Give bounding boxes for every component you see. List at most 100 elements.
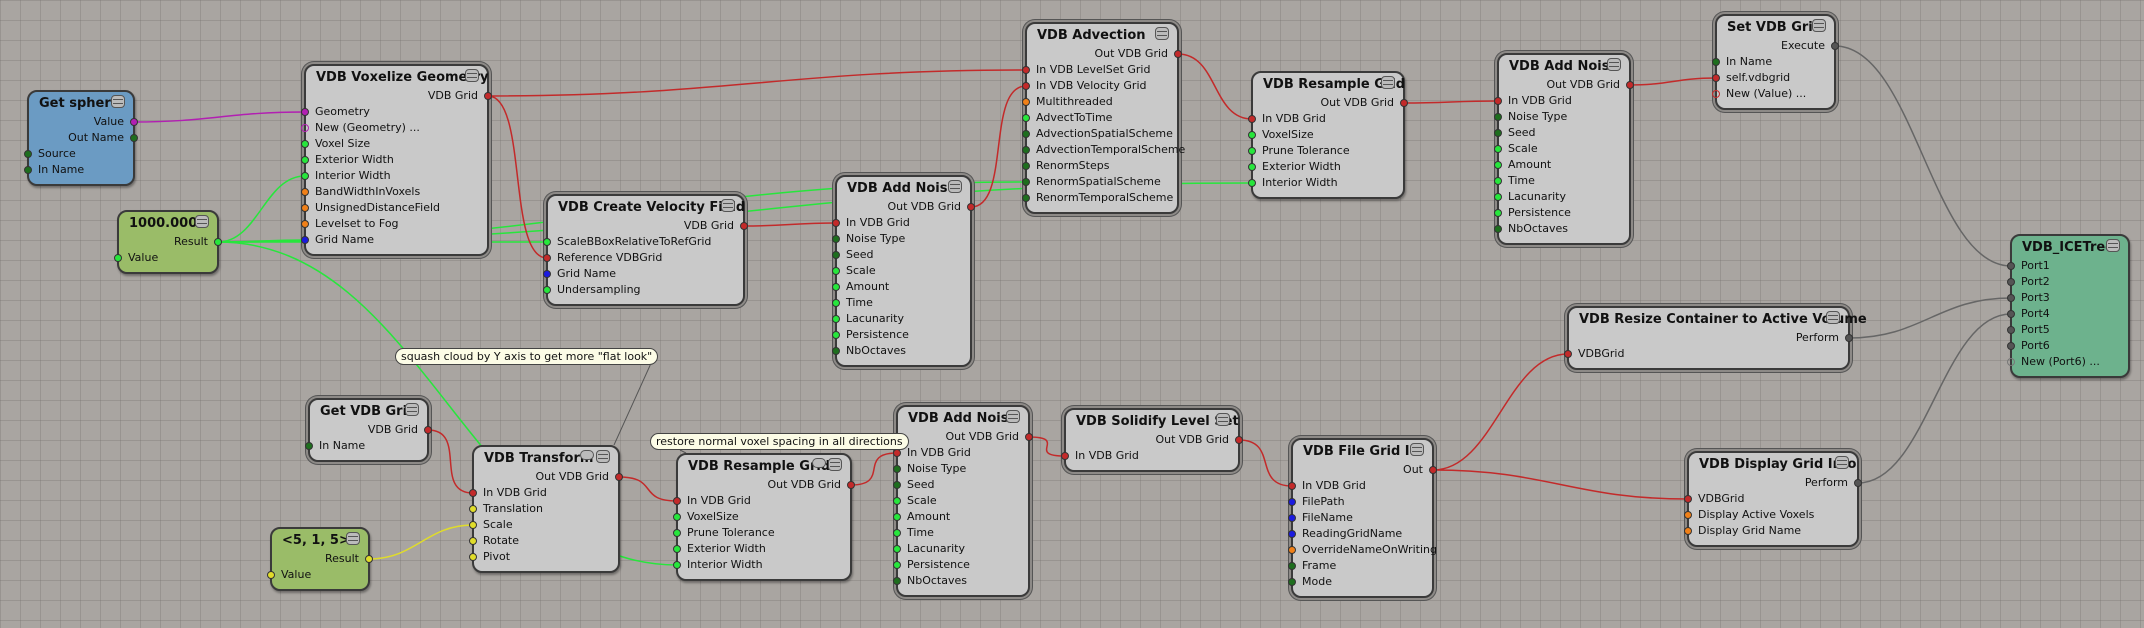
input-port[interactable]: VDBGrid [1684, 491, 1857, 507]
node-menu-icon[interactable] [948, 180, 962, 193]
input-port-dot[interactable] [1564, 350, 1572, 358]
comment-squash-cloud[interactable]: squash cloud by Y axis to get more "flat… [395, 348, 659, 365]
input-port-dot[interactable] [1494, 225, 1502, 233]
output-port-dot[interactable] [1854, 479, 1862, 487]
input-port[interactable]: Port3 [2007, 290, 2128, 306]
connection-wire[interactable] [1238, 439, 1293, 487]
output-port[interactable]: Out VDB Grid [474, 469, 623, 485]
output-port-dot[interactable] [1174, 50, 1182, 58]
output-port[interactable]: Perform [1689, 475, 1862, 491]
input-port-dot[interactable] [543, 254, 551, 262]
node-menu-icon[interactable] [721, 199, 735, 212]
input-port[interactable]: Port2 [2007, 274, 2128, 290]
node-menu-icon[interactable] [1410, 443, 1424, 456]
node-menu-icon[interactable] [596, 450, 610, 463]
input-port[interactable]: FilePath [1288, 494, 1432, 510]
node-resample1[interactable]: VDB Resample Grid Out VDB Grid In VDB Grid… [1248, 71, 1408, 199]
input-port-dot[interactable] [1712, 58, 1720, 66]
output-port-dot[interactable] [365, 555, 373, 563]
input-port-dot[interactable] [2007, 342, 2015, 350]
connection-wire[interactable] [133, 111, 306, 123]
input-port[interactable]: Noise Type [832, 231, 970, 247]
input-port-dot[interactable] [305, 442, 313, 450]
connection-wire[interactable] [1834, 45, 2012, 267]
connection-wire[interactable] [743, 222, 837, 227]
node-menu-icon[interactable] [1006, 410, 1020, 423]
node-noise3[interactable]: VDB Add Noise Out VDB Grid In VDB Grid Nois… [893, 405, 1033, 597]
input-port[interactable]: Seed [832, 247, 970, 263]
input-port-dot[interactable] [832, 331, 840, 339]
input-port-dot[interactable] [543, 286, 551, 294]
comment-icon[interactable] [580, 450, 594, 460]
connection-wire[interactable] [618, 476, 678, 502]
input-port-dot[interactable] [1022, 178, 1030, 186]
input-port[interactable]: BandWidthInVoxels [301, 184, 487, 200]
node-velocity[interactable]: VDB Create Velocity Field VDB Grid ScaleBB… [543, 194, 748, 306]
input-port[interactable]: Prune Tolerance [1248, 143, 1403, 159]
input-port[interactable]: Grid Name [301, 232, 487, 248]
output-port[interactable]: Out VDB Grid [837, 199, 975, 215]
output-port-dot[interactable] [1235, 436, 1243, 444]
input-port-dot[interactable] [267, 571, 275, 579]
output-port[interactable]: Out VDB Grid [1027, 46, 1182, 62]
node-menu-icon[interactable] [1216, 413, 1230, 426]
node-menu-icon[interactable] [1381, 76, 1395, 89]
input-port[interactable]: Exterior Width [673, 541, 850, 557]
input-port[interactable]: Undersampling [543, 282, 743, 298]
input-port[interactable]: UnsignedDistanceField [301, 200, 487, 216]
output-port[interactable]: Out VDB Grid [898, 429, 1033, 445]
input-port[interactable]: Time [832, 295, 970, 311]
output-port-dot[interactable] [1626, 81, 1634, 89]
input-port-dot[interactable] [301, 204, 309, 212]
input-port-dot[interactable] [543, 270, 551, 278]
node-menu-icon[interactable] [828, 458, 842, 471]
input-port-dot[interactable] [832, 251, 840, 259]
output-port-dot[interactable] [967, 203, 975, 211]
input-port[interactable]: Port1 [2007, 258, 2128, 274]
input-port-dot[interactable] [301, 156, 309, 164]
input-port[interactable]: In Name [24, 162, 133, 178]
input-port-dot[interactable] [1061, 452, 1069, 460]
output-port[interactable]: Result [272, 551, 373, 567]
input-port-dot[interactable] [1494, 209, 1502, 217]
input-port[interactable]: RenormSteps [1022, 158, 1177, 174]
input-port-dot[interactable] [1022, 130, 1030, 138]
connection-wire[interactable] [217, 239, 306, 243]
node-menu-icon[interactable] [111, 95, 125, 108]
node-menu-icon[interactable] [405, 403, 419, 416]
node-menu-icon[interactable] [195, 215, 209, 228]
output-port[interactable]: Execute [1717, 38, 1839, 54]
node-voxelize[interactable]: VDB Voxelize Geometry VDB Grid Geometry New… [301, 64, 492, 256]
node-fileio[interactable]: VDB File Grid IO Out In VDB Grid FilePath Fi… [1288, 438, 1437, 598]
input-port[interactable]: Scale [469, 517, 618, 533]
input-port[interactable]: ReadingGridName [1288, 526, 1432, 542]
input-port-dot[interactable] [2007, 310, 2015, 318]
output-port[interactable]: Out [1293, 462, 1437, 478]
input-port[interactable]: NbOctaves [832, 343, 970, 359]
input-port[interactable]: Scale [893, 493, 1028, 509]
input-port[interactable]: VoxelSize [1248, 127, 1403, 143]
input-port-dot[interactable] [673, 513, 681, 521]
input-port[interactable]: Exterior Width [1248, 159, 1403, 175]
output-port[interactable]: Out VDB Grid [1499, 77, 1634, 93]
input-port-dot[interactable] [1022, 194, 1030, 202]
input-port[interactable]: Seed [1494, 125, 1629, 141]
input-port[interactable]: Noise Type [1494, 109, 1629, 125]
input-port[interactable]: Display Active Voxels [1684, 507, 1857, 523]
input-port-dot[interactable] [893, 481, 901, 489]
input-port[interactable]: NbOctaves [893, 573, 1028, 589]
input-port-dot[interactable] [1022, 98, 1030, 106]
input-port[interactable]: In VDB Grid [469, 485, 618, 501]
connection-wire[interactable] [1028, 436, 1066, 457]
input-port[interactable]: OverrideNameOnWriting [1288, 542, 1437, 558]
input-port[interactable]: Lacunarity [832, 311, 970, 327]
input-port-dot[interactable] [893, 529, 901, 537]
input-port[interactable]: RenormTemporalScheme [1022, 190, 1177, 206]
input-port[interactable]: In Name [1712, 54, 1834, 70]
input-port-dot[interactable] [1288, 546, 1296, 554]
input-port-dot[interactable] [1288, 530, 1296, 538]
input-port-dot[interactable] [673, 497, 681, 505]
node-get-grid[interactable]: Get VDB Grid VDB Grid In Name [305, 398, 432, 462]
input-port-dot[interactable] [673, 529, 681, 537]
input-port[interactable]: Rotate [469, 533, 618, 549]
